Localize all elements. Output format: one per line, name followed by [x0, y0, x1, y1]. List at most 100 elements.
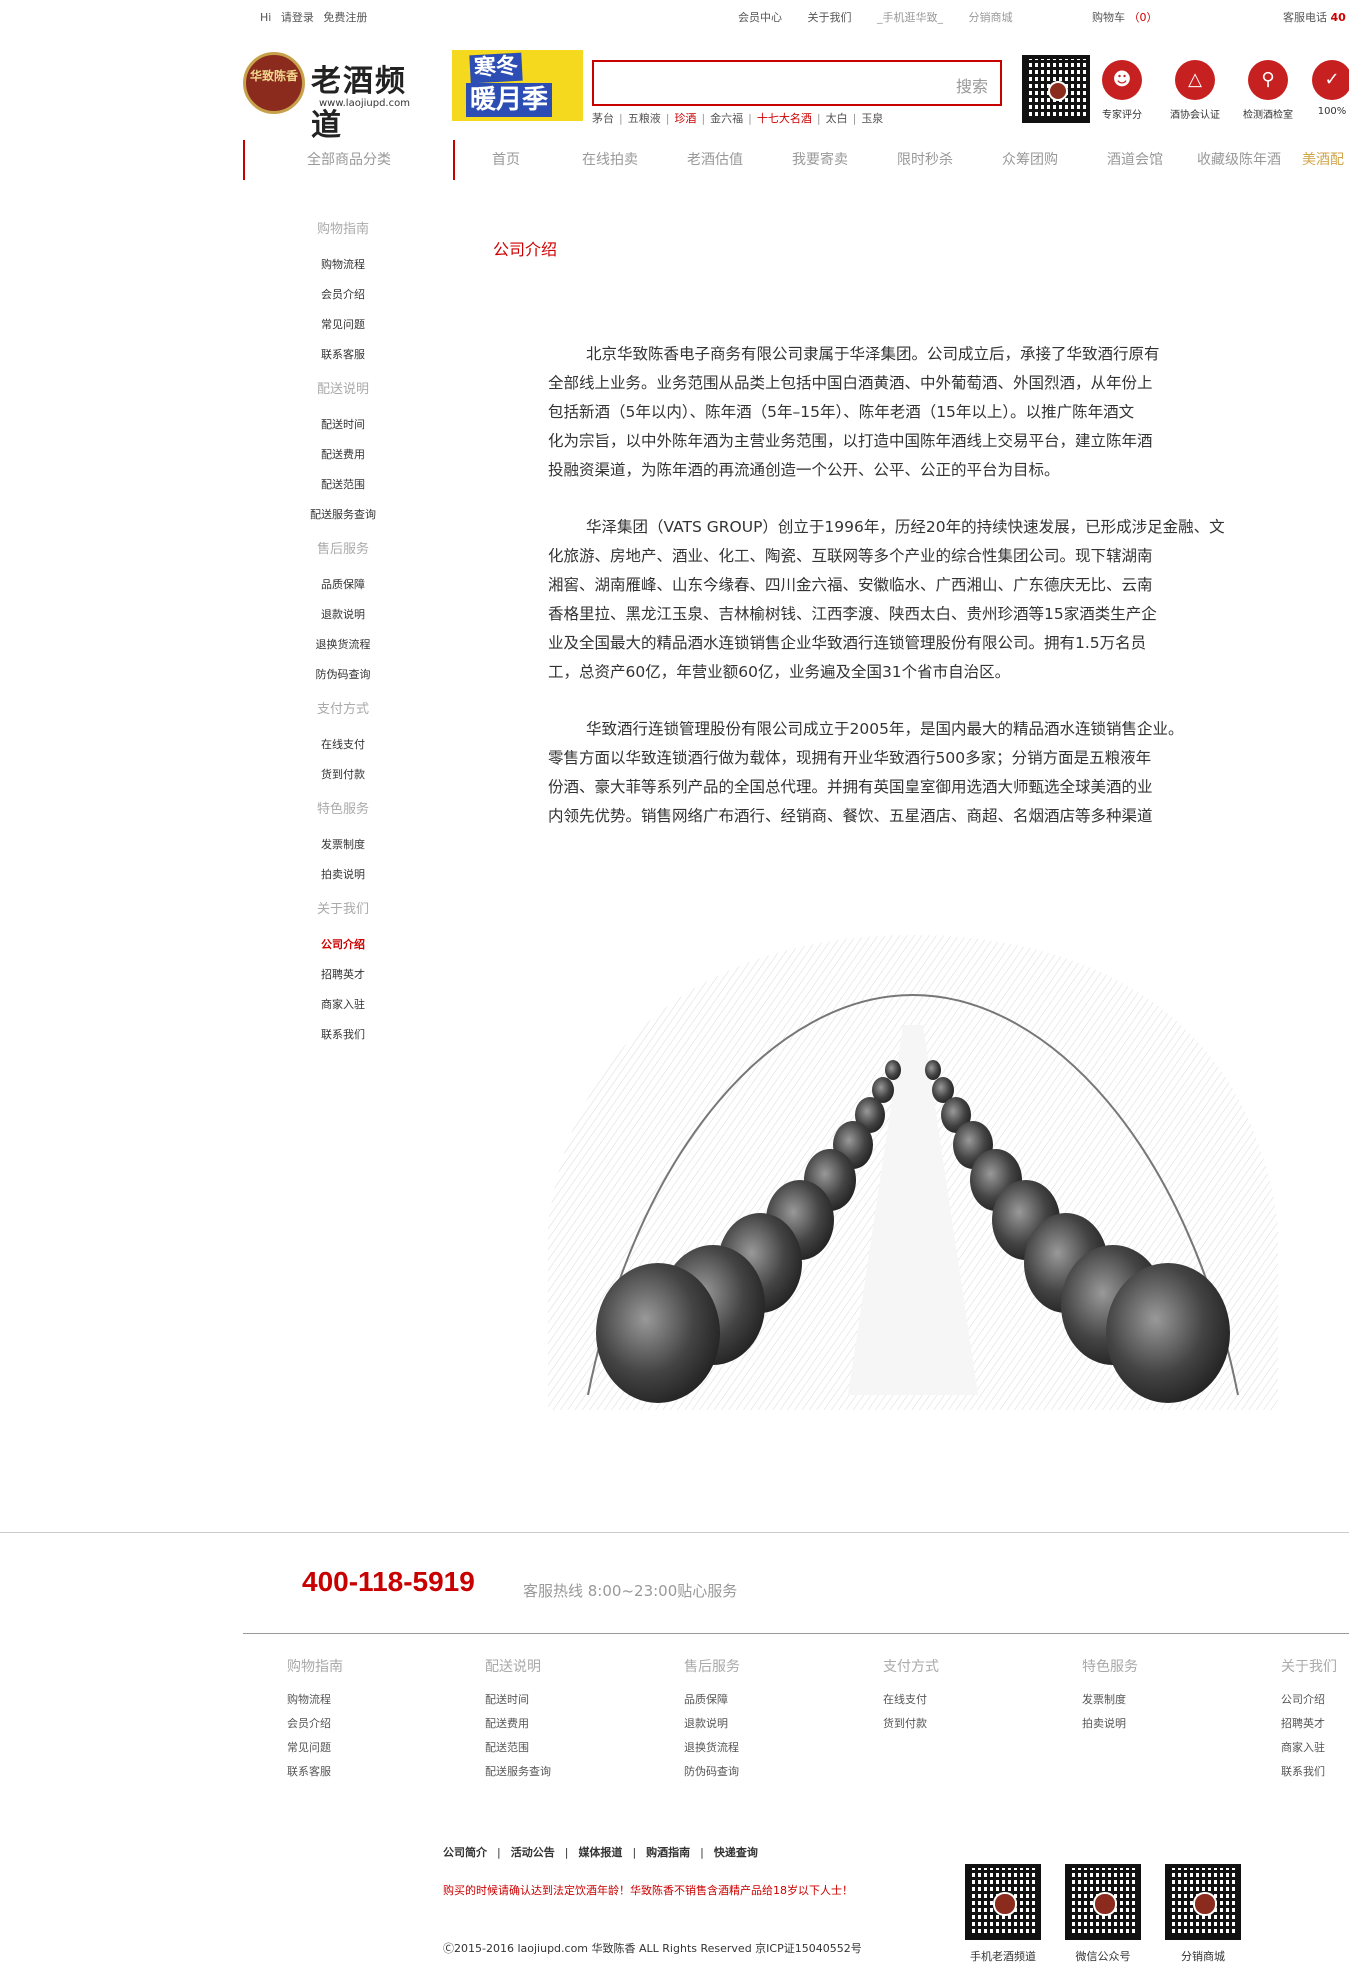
nav-consignment[interactable]: 我要寄卖 — [792, 140, 848, 180]
sidebar-item-online-pay[interactable]: 在线支付 — [243, 730, 443, 760]
sidebar-item-careers[interactable]: 招聘英才 — [243, 960, 443, 990]
sidebar-item-delivery-time[interactable]: 配送时间 — [243, 410, 443, 440]
page-title: 公司介绍 — [493, 240, 558, 259]
footer-link[interactable]: 退换货流程 — [684, 1736, 740, 1760]
member-center-link[interactable]: 会员中心 — [738, 11, 782, 24]
footer-column-title: 特色服务 — [1082, 1659, 1138, 1675]
text-line: 业及全国最大的精品酒水连锁销售企业华致酒行连锁管理股份有限公司。拥有1.5万名员 — [548, 634, 1147, 652]
cart-link[interactable]: 购物车 （0） — [1092, 9, 1158, 25]
site-logo[interactable]: 华致陈香 老酒频道 www.laojiupd.com — [243, 52, 433, 143]
footer-link[interactable]: 货到付款 — [883, 1712, 939, 1736]
footer-link[interactable]: 配送范围 — [485, 1736, 551, 1760]
sidebar-item-invoice[interactable]: 发票制度 — [243, 830, 443, 860]
login-link[interactable]: 请登录 — [281, 11, 314, 24]
sidebar-item-anti-fake[interactable]: 防伪码查询 — [243, 660, 443, 690]
sidebar-item-delivery-query[interactable]: 配送服务查询 — [243, 500, 443, 530]
text-line: 香格里拉、黑龙江玉泉、吉林榆树钱、江西李渡、陕西太白、贵州珍酒等15家酒类生产企 — [548, 605, 1157, 623]
hotword-wuliangye[interactable]: 五粮液 — [628, 112, 661, 125]
sidebar-item-quality[interactable]: 品质保障 — [243, 570, 443, 600]
nav-wine-pairing[interactable]: 美酒配 — [1302, 140, 1344, 180]
footer-link-buying-guide[interactable]: 购酒指南 — [646, 1846, 690, 1859]
footer-link[interactable]: 商家入驻 — [1281, 1736, 1337, 1760]
nav-collectible-aged[interactable]: 收藏级陈年酒 — [1197, 140, 1281, 180]
all-categories-button[interactable]: 全部商品分类 — [243, 140, 455, 180]
footer-qr-wechat: 微信公众号 — [1063, 1864, 1143, 1964]
footer-column-shopping-guide: 购物指南 购物流程 会员介绍 常见问题 联系客服 — [287, 1656, 343, 1784]
feature-association-cert[interactable]: △ 酒协会认证 — [1165, 60, 1225, 121]
sidebar-item-cod[interactable]: 货到付款 — [243, 760, 443, 790]
sidebar-item-return-process[interactable]: 退换货流程 — [243, 630, 443, 660]
mobile-link[interactable]: _手机逛华致_ — [877, 11, 943, 24]
register-link[interactable]: 免费注册 — [323, 11, 367, 24]
footer-link[interactable]: 发票制度 — [1082, 1688, 1138, 1712]
top-bar-links: 会员中心 关于我们 _手机逛华致_ 分销商城 — [738, 9, 1035, 25]
wine-cellar-illustration — [548, 935, 1278, 1410]
copyright: Ⓒ2015-2016 laojiupd.com 华致陈香 ALL Rights … — [443, 1942, 862, 1955]
nav-group-buy[interactable]: 众筹团购 — [1002, 140, 1058, 180]
distribution-link[interactable]: 分销商城 — [969, 11, 1013, 24]
nav-home[interactable]: 首页 — [492, 140, 520, 180]
sidebar-item-company-intro[interactable]: 公司介绍 — [243, 930, 443, 960]
footer-link[interactable]: 公司介绍 — [1281, 1688, 1337, 1712]
search-button[interactable]: 搜索 — [956, 73, 988, 97]
sidebar-item-contact-us[interactable]: 联系我们 — [243, 1020, 443, 1050]
footer-link[interactable]: 拍卖说明 — [1082, 1712, 1138, 1736]
text-line: 内领先优势。销售网络广布酒行、经销商、餐饮、五星酒店、商超、名烟酒店等多种渠道 — [548, 807, 1153, 825]
service-label: 客服电话 — [1283, 11, 1327, 24]
feature-100-percent[interactable]: ✓ 100% — [1302, 60, 1349, 117]
nav-club[interactable]: 酒道会馆 — [1107, 140, 1163, 180]
footer-link[interactable]: 退款说明 — [684, 1712, 740, 1736]
footer-link[interactable]: 配送时间 — [485, 1688, 551, 1712]
footer-column-special: 特色服务 发票制度 拍卖说明 — [1082, 1656, 1138, 1736]
footer-bottom-links: 公司简介 | 活动公告 | 媒体报道 | 购酒指南 | 快递查询 — [443, 1844, 758, 1860]
qr-label: 分销商城 — [1181, 1950, 1225, 1963]
sidebar-item-member-intro[interactable]: 会员介绍 — [243, 280, 443, 310]
hotword-yuquan[interactable]: 玉泉 — [861, 112, 883, 125]
footer-link-announcements[interactable]: 活动公告 — [511, 1846, 555, 1859]
promo-banner[interactable]: 寒冬 暖月季 — [452, 50, 583, 121]
search-box: 搜索 — [592, 60, 1002, 106]
footer-link-express-query[interactable]: 快递查询 — [714, 1846, 758, 1859]
sidebar-item-refund[interactable]: 退款说明 — [243, 600, 443, 630]
text-line: 零售方面以华致连锁酒行做为载体，现拥有开业华致酒行500多家；分销方面是五粮液年 — [548, 749, 1152, 767]
sidebar-item-faq[interactable]: 常见问题 — [243, 310, 443, 340]
sidebar-group-title: 关于我们 — [316, 902, 369, 917]
footer-link[interactable]: 在线支付 — [883, 1688, 939, 1712]
search-input[interactable] — [594, 62, 934, 104]
cart-label: 购物车 — [1092, 11, 1125, 24]
nav-online-auction[interactable]: 在线拍卖 — [582, 140, 638, 180]
company-intro-text: 北京华致陈香电子商务有限公司隶属于华泽集团。公司成立后，承接了华致酒行原有 全部… — [548, 340, 1349, 859]
sidebar-item-contact-service[interactable]: 联系客服 — [243, 340, 443, 370]
hotword-taibai[interactable]: 太白 — [826, 112, 848, 125]
feature-lab-test[interactable]: ⚲ 检测酒检室 — [1238, 60, 1298, 121]
hotword-jinliufu[interactable]: 金六福 — [710, 112, 743, 125]
footer-link[interactable]: 联系我们 — [1281, 1760, 1337, 1784]
feature-expert-rating[interactable]: ☻ 专家评分 — [1092, 60, 1152, 121]
footer-link[interactable]: 防伪码查询 — [684, 1760, 740, 1784]
sidebar-item-shopping-process[interactable]: 购物流程 — [243, 250, 443, 280]
hotword-zhenjiu[interactable]: 珍酒 — [674, 112, 696, 125]
sidebar-item-delivery-fee[interactable]: 配送费用 — [243, 440, 443, 470]
footer-link[interactable]: 会员介绍 — [287, 1712, 343, 1736]
about-us-link[interactable]: 关于我们 — [808, 11, 852, 24]
hotword-moutai[interactable]: 茅台 — [592, 112, 614, 125]
sidebar-item-delivery-range[interactable]: 配送范围 — [243, 470, 443, 500]
nav-flash-sale[interactable]: 限时秒杀 — [897, 140, 953, 180]
nav-valuation[interactable]: 老酒估值 — [687, 140, 743, 180]
sidebar-item-auction-info[interactable]: 拍卖说明 — [243, 860, 443, 890]
footer-divider — [0, 1532, 1349, 1533]
footer-link[interactable]: 配送服务查询 — [485, 1760, 551, 1784]
sidebar-item-merchant-join[interactable]: 商家入驻 — [243, 990, 443, 1020]
hotword-17-famous[interactable]: 十七大名酒 — [757, 112, 812, 125]
footer-link-media[interactable]: 媒体报道 — [578, 1846, 622, 1859]
paragraph: 华泽集团（VATS GROUP）创立于1996年，历经20年的持续快速发展，已形… — [548, 513, 1349, 687]
footer-link[interactable]: 联系客服 — [287, 1760, 343, 1784]
feature-label: 专家评分 — [1102, 110, 1142, 121]
footer-link[interactable]: 招聘英才 — [1281, 1712, 1337, 1736]
footer-link-company-profile[interactable]: 公司简介 — [443, 1846, 487, 1859]
flask-icon: ⚲ — [1248, 60, 1288, 100]
footer-link[interactable]: 配送费用 — [485, 1712, 551, 1736]
footer-link[interactable]: 购物流程 — [287, 1688, 343, 1712]
footer-link[interactable]: 品质保障 — [684, 1688, 740, 1712]
footer-link[interactable]: 常见问题 — [287, 1736, 343, 1760]
